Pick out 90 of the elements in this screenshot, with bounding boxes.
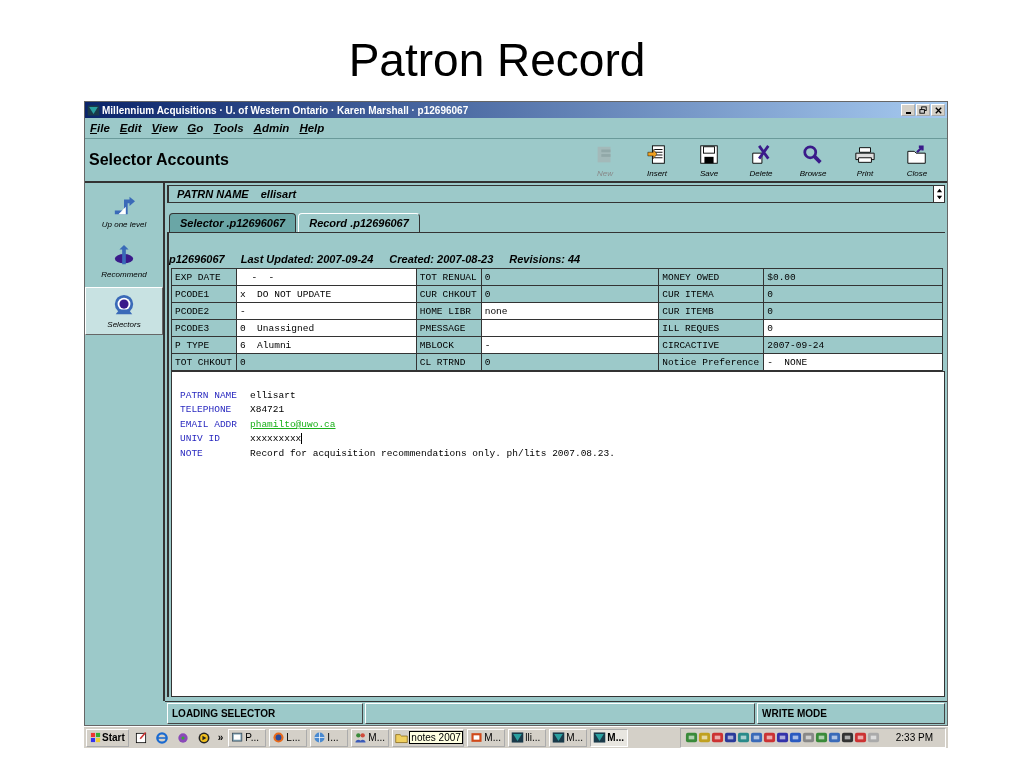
target-icon <box>113 293 135 316</box>
field-value: X84721 <box>250 404 285 416</box>
toolbar-button[interactable]: Delete <box>737 140 785 180</box>
close-icon <box>933 105 943 115</box>
field-value: $0.00 <box>763 268 943 286</box>
more-button[interactable]: » <box>215 732 226 743</box>
app-logo-icon <box>87 103 100 117</box>
toolbar-button[interactable]: Close <box>893 140 941 180</box>
taskbar-button[interactable]: P... <box>228 728 267 747</box>
tab[interactable]: Selector .p12696067 <box>169 213 297 232</box>
field-value: ellisart <box>250 389 296 401</box>
window-title: Millennium Acquisitions · U. of Western Ontario · Karen Marshall · p12696067 <box>102 104 469 116</box>
windows-logo-icon <box>90 732 101 743</box>
toolbar-button[interactable]: Save <box>685 140 733 180</box>
field-label: TELEPHONE <box>180 404 233 416</box>
field-label: MONEY OWED <box>658 268 764 286</box>
taskbar-button[interactable]: L... <box>269 728 308 747</box>
printer-icon <box>854 144 876 166</box>
sidebar-item[interactable]: Up one level <box>85 187 163 235</box>
tooltip: notes 2007 <box>409 730 463 744</box>
record-info: Revisions: 44 <box>509 253 581 267</box>
field-label: PATRN NAME <box>177 188 249 200</box>
minimize-button[interactable] <box>901 104 915 116</box>
sidebar-item[interactable]: Recommend <box>85 237 163 285</box>
record-info: Created: 2007-08-23 <box>389 253 494 267</box>
delete-icon <box>750 144 772 166</box>
globe-icon <box>313 731 327 744</box>
field-label: UNIV ID <box>180 433 221 445</box>
menu-item[interactable]: Go <box>187 122 204 134</box>
field-label: EXP DATE <box>171 268 237 286</box>
status-text: LOADING SELECTOR <box>172 708 276 719</box>
record-info: Last Updated: 2007-09-24 <box>240 253 374 267</box>
sidebar-item[interactable]: Selectors <box>85 287 163 335</box>
field-label: TOT RENUAL <box>416 268 482 286</box>
field-value: ellisart <box>260 188 297 200</box>
window-icon <box>231 731 245 744</box>
field-label: EMAIL ADDR <box>180 418 238 430</box>
people-icon <box>354 731 368 744</box>
media-player-icon[interactable] <box>196 730 211 745</box>
slides-icon <box>470 731 484 744</box>
tray-icon[interactable] <box>723 731 737 744</box>
field-label: PATRN NAME <box>180 389 238 401</box>
taskbar-button[interactable]: notes 2007 <box>392 728 465 747</box>
insert-icon <box>646 144 668 166</box>
taskbar-button[interactable]: lli... <box>508 728 547 747</box>
status-text: WRITE MODE <box>762 708 827 719</box>
app-logo-icon <box>593 731 607 744</box>
maximize-button[interactable] <box>916 104 930 116</box>
app-logo-icon <box>552 731 566 744</box>
clock: 2:33 PM <box>894 732 934 743</box>
menu-item[interactable]: Edit <box>119 122 142 134</box>
restore-icon <box>918 105 928 115</box>
tray-icon[interactable] <box>827 731 841 744</box>
menu-item[interactable]: Tools <box>213 122 244 134</box>
tab[interactable]: Record .p12696067 <box>298 213 420 232</box>
section-title: Selector Accounts <box>89 151 229 169</box>
browser-icon[interactable] <box>154 730 169 745</box>
taskbar-button[interactable]: M... <box>351 728 390 747</box>
spin-control[interactable] <box>933 186 944 202</box>
app-logo-icon <box>511 731 525 744</box>
menu-item[interactable]: Help <box>299 122 325 134</box>
minimize-icon <box>904 111 912 114</box>
folder-arrow-icon <box>906 144 928 166</box>
tray-icon[interactable] <box>775 731 789 744</box>
taskbar-button[interactable]: I... <box>310 728 349 747</box>
tool-icon[interactable] <box>175 730 190 745</box>
taskbar-button[interactable]: M... <box>467 728 506 747</box>
field-label: NOTE <box>180 447 204 459</box>
folder-icon <box>395 731 409 744</box>
field-value: xxxxxxxxx <box>250 433 303 445</box>
field-value: 0 <box>481 268 659 286</box>
close-button[interactable] <box>931 104 945 116</box>
toolbar-button[interactable]: Print <box>841 140 889 180</box>
menu-item[interactable]: View <box>151 122 178 134</box>
start-button[interactable]: Start <box>86 728 129 747</box>
taskbar-button[interactable]: M... <box>590 728 629 747</box>
toolbar-button[interactable]: Insert <box>633 140 681 180</box>
tray-icon[interactable] <box>840 731 854 744</box>
taskbar-button[interactable]: M... <box>549 728 588 747</box>
search-icon <box>802 144 824 166</box>
field-value[interactable]: - - <box>236 268 417 286</box>
tray-icon[interactable] <box>788 731 802 744</box>
slide-title: Patron Record <box>348 33 646 88</box>
record-info: p12696067 <box>169 253 225 267</box>
toolbar-button[interactable]: Browse <box>789 140 837 180</box>
menu-item[interactable]: File <box>90 122 110 134</box>
menu-item[interactable]: Admin <box>253 122 290 134</box>
tray-icon[interactable] <box>749 731 763 744</box>
field-value: Record for acquisition recommendations only. ph/lits 2007.08.23. <box>250 447 615 459</box>
notepad-icon[interactable] <box>133 730 148 745</box>
